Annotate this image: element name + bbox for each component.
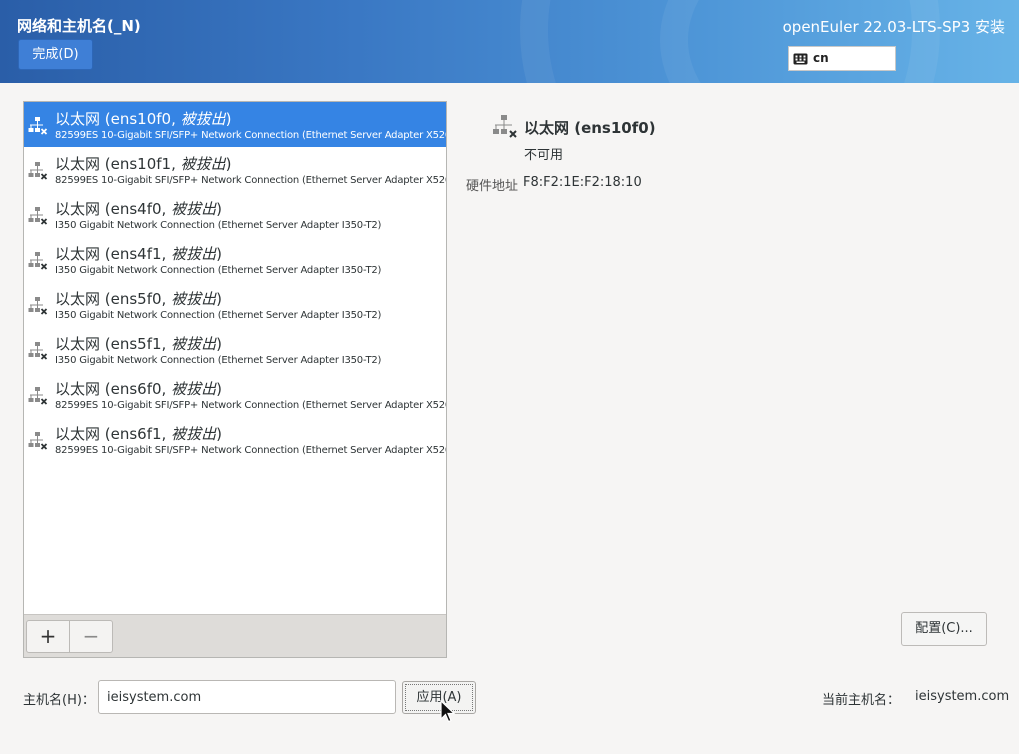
device-list-panel: 以太网 (ens10f0, 被拔出) 82599ES 10-Gigabit SFI…: [23, 101, 447, 658]
network-disconnected-icon: [28, 386, 48, 410]
device-name: 以太网 (ens4f1, 被拔出): [55, 245, 222, 263]
device-row[interactable]: 以太网 (ens10f0, 被拔出) 82599ES 10-Gigabit SFI…: [24, 102, 446, 147]
apply-hostname-button[interactable]: 应用(A): [402, 681, 476, 714]
device-row[interactable]: 以太网 (ens5f0, 被拔出) I350 Gigabit Network Co…: [24, 282, 446, 327]
device-name: 以太网 (ens5f0, 被拔出): [55, 290, 222, 308]
device-name: 以太网 (ens5f1, 被拔出): [55, 335, 222, 353]
network-disconnected-icon: [493, 115, 517, 138]
device-description: 82599ES 10-Gigabit SFI/SFP+ Network Conn…: [55, 445, 446, 456]
configure-button[interactable]: 配置(C)...: [901, 612, 987, 646]
device-list-toolbar: + −: [24, 614, 446, 657]
device-row[interactable]: 以太网 (ens4f0, 被拔出) I350 Gigabit Network Co…: [24, 192, 446, 237]
current-hostname-value: ieisystem.com: [915, 689, 1010, 704]
device-list[interactable]: 以太网 (ens10f0, 被拔出) 82599ES 10-Gigabit SFI…: [24, 102, 446, 614]
page-title: 网络和主机名(_N): [17, 17, 141, 35]
network-disconnected-icon: [28, 251, 48, 275]
device-description: I350 Gigabit Network Connection (Etherne…: [55, 310, 382, 321]
device-name: 以太网 (ens10f0, 被拔出): [55, 110, 232, 128]
device-row[interactable]: 以太网 (ens6f0, 被拔出) 82599ES 10-Gigabit SFI/…: [24, 372, 446, 417]
device-status: 被拔出: [180, 110, 226, 128]
device-row[interactable]: 以太网 (ens6f1, 被拔出) 82599ES 10-Gigabit SFI/…: [24, 417, 446, 462]
device-detail-status: 不可用: [524, 148, 564, 163]
device-name: 以太网 (ens6f1, 被拔出): [55, 425, 222, 443]
device-name: 以太网 (ens6f0, 被拔出): [55, 380, 222, 398]
remove-device-button[interactable]: −: [69, 620, 113, 653]
network-disconnected-icon: [28, 206, 48, 230]
keyboard-layout-indicator[interactable]: cn: [788, 46, 896, 71]
hostname-label: 主机名(H)：: [23, 693, 95, 708]
device-status: 被拔出: [180, 155, 226, 173]
network-disconnected-icon: [28, 116, 48, 140]
header-bar: 网络和主机名(_N) 完成(D) openEuler 22.03-LTS-SP3…: [0, 0, 1019, 83]
device-status: 被拔出: [171, 245, 217, 263]
device-status: 被拔出: [171, 200, 217, 218]
device-name: 以太网 (ens10f1, 被拔出): [55, 155, 232, 173]
keyboard-layout-label: cn: [813, 51, 829, 65]
network-disconnected-icon: [28, 341, 48, 365]
device-row[interactable]: 以太网 (ens10f1, 被拔出) 82599ES 10-Gigabit SFI…: [24, 147, 446, 192]
device-status: 被拔出: [171, 290, 217, 308]
network-disconnected-icon: [28, 161, 48, 185]
device-description: I350 Gigabit Network Connection (Etherne…: [55, 355, 382, 366]
device-description: I350 Gigabit Network Connection (Etherne…: [55, 265, 382, 276]
device-description: 82599ES 10-Gigabit SFI/SFP+ Network Conn…: [55, 400, 446, 411]
network-disconnected-icon: [28, 296, 48, 320]
network-disconnected-icon: [28, 431, 48, 455]
device-row[interactable]: 以太网 (ens5f1, 被拔出) I350 Gigabit Network Co…: [24, 327, 446, 372]
device-status: 被拔出: [171, 335, 217, 353]
device-description: 82599ES 10-Gigabit SFI/SFP+ Network Conn…: [55, 130, 446, 141]
hardware-address-label: 硬件地址: [466, 179, 519, 194]
device-row[interactable]: 以太网 (ens4f1, 被拔出) I350 Gigabit Network Co…: [24, 237, 446, 282]
device-status: 被拔出: [171, 380, 217, 398]
hostname-input[interactable]: [98, 680, 396, 714]
device-status: 被拔出: [171, 425, 217, 443]
hardware-address-value: F8:F2:1E:F2:18:10: [523, 175, 642, 190]
device-description: I350 Gigabit Network Connection (Etherne…: [55, 220, 382, 231]
keyboard-icon: [793, 53, 808, 65]
product-title: openEuler 22.03-LTS-SP3 安装: [782, 18, 1005, 36]
device-detail-name: 以太网 (ens10f0): [524, 119, 656, 137]
device-description: 82599ES 10-Gigabit SFI/SFP+ Network Conn…: [55, 175, 446, 186]
device-name: 以太网 (ens4f0, 被拔出): [55, 200, 222, 218]
mouse-cursor-icon: [440, 700, 456, 723]
current-hostname-label: 当前主机名：: [822, 693, 901, 708]
done-button[interactable]: 完成(D): [18, 39, 93, 70]
add-device-button[interactable]: +: [26, 620, 70, 653]
